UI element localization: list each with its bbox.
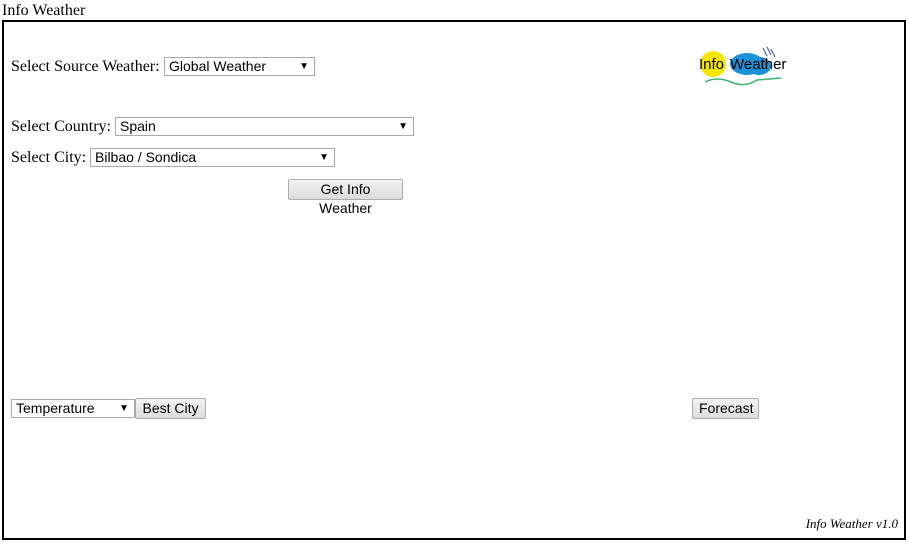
- logo-text-weather: Weather: [730, 56, 786, 73]
- page-title: Info Weather: [2, 2, 86, 19]
- logo-text-info: Info: [699, 56, 724, 73]
- caret-down-icon: ▼: [299, 61, 309, 72]
- source-weather-select[interactable]: Global Weather ▼: [164, 57, 315, 76]
- city-label: Select City:: [11, 149, 87, 166]
- info-weather-logo: Info Weather: [699, 46, 786, 86]
- main-panel: Select Source Weather: Global Weather ▼ …: [2, 20, 906, 540]
- metric-select[interactable]: Temperature ▼: [11, 399, 135, 418]
- country-select[interactable]: Spain ▼: [115, 117, 414, 136]
- caret-down-icon: ▼: [398, 121, 408, 132]
- metric-value: Temperature: [16, 400, 95, 416]
- caret-down-icon: ▼: [319, 152, 329, 163]
- city-select[interactable]: Bilbao / Sondica ▼: [90, 148, 335, 167]
- country-label: Select Country:: [11, 118, 111, 135]
- caret-down-icon: ▼: [119, 403, 129, 414]
- source-weather-label: Select Source Weather:: [11, 58, 160, 75]
- best-city-button[interactable]: Best City: [135, 398, 206, 419]
- country-value: Spain: [120, 118, 156, 134]
- version-label: Info Weather v1.0: [805, 516, 898, 531]
- city-value: Bilbao / Sondica: [95, 149, 197, 165]
- source-weather-value: Global Weather: [169, 58, 267, 74]
- forecast-button[interactable]: Forecast: [692, 398, 759, 419]
- get-info-weather-button[interactable]: Get Info Weather: [288, 179, 403, 216]
- grass-icon: [704, 77, 782, 86]
